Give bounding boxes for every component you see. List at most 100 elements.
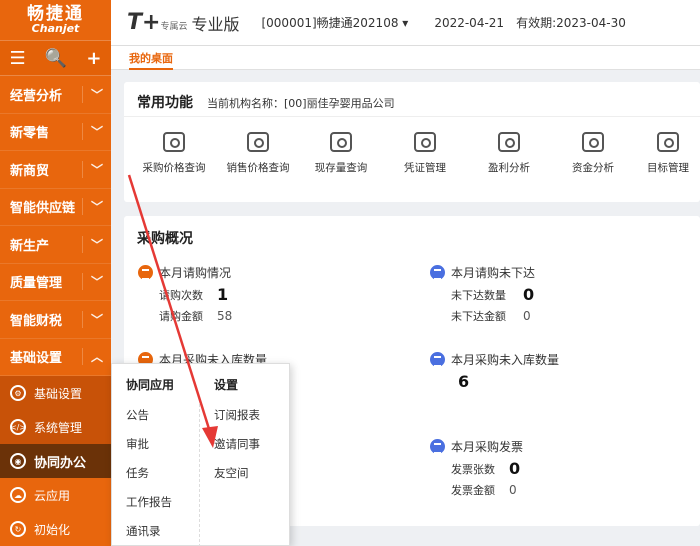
sidebar-item-label: 新生产	[10, 238, 50, 254]
popup-column-title: 协同应用	[126, 378, 175, 392]
voucher-icon	[414, 132, 436, 152]
product-logo-subtext: 专属云	[160, 22, 188, 32]
login-date: 2022-04-21	[434, 15, 505, 30]
sidebar-subitem-label: 协同办公	[34, 455, 87, 471]
stat-row: 6	[451, 372, 559, 391]
popup-divider	[199, 404, 200, 546]
sidebar-subitem-label: 初始化	[34, 522, 71, 537]
stat-value[interactable]: 1	[217, 285, 228, 304]
chevron-down-icon: ﹀	[81, 160, 103, 178]
chevron-down-icon: ﹀	[81, 85, 103, 103]
sidebar-item-new-trade[interactable]: 新商贸 ﹀	[0, 151, 111, 189]
sidebar-subitem-collaboration[interactable]: ◉ 协同办公	[0, 444, 111, 478]
sidebar-subitem-cloud-apps[interactable]: ☁ 云应用	[0, 478, 111, 512]
sidebar-subitem-system-management[interactable]: </> 系统管理	[0, 410, 111, 444]
function-label: 销售价格查询	[226, 162, 290, 174]
function-label: 盈利分析	[488, 162, 530, 174]
stat-value[interactable]: 0	[509, 483, 517, 497]
menu-item-you-space[interactable]: 友空间	[214, 465, 260, 494]
stat-row: 发票金额 0	[451, 482, 523, 498]
product-logo-text: T+	[127, 10, 161, 35]
stat-value[interactable]: 0	[523, 309, 531, 323]
price-query-icon	[247, 132, 269, 152]
menu-item-task[interactable]: 任务	[126, 465, 174, 494]
chevron-down-icon: ﹀	[81, 198, 103, 216]
stat-label: 请购次数	[159, 288, 203, 302]
stat-monthly-requisition: 本月请购情况 请购次数 1 请购金额 58	[138, 264, 232, 324]
stock-icon	[330, 132, 352, 152]
stat-title: 本月请购情况	[159, 266, 232, 280]
divider	[124, 116, 700, 117]
sidebar-subitem-label: 系统管理	[34, 420, 83, 435]
function-label: 目标管理	[647, 162, 689, 174]
menu-item-contacts[interactable]: 通讯录	[126, 523, 174, 546]
sidebar-item-label: 新零售	[10, 126, 50, 142]
sidebar-item-finance-tax[interactable]: 智能财税 ﹀	[0, 301, 111, 339]
stat-title: 本月采购发票	[451, 440, 524, 454]
common-functions-card: 常用功能 当前机构名称：[00]丽佳孕婴用品公司 采购价格查询 销售价格查询 现…	[124, 82, 700, 202]
function-stock-query[interactable]: 现存量查询	[301, 132, 381, 175]
stat-row: 未下达金额 0	[451, 308, 535, 324]
sidebar-item-basic-settings[interactable]: 基础设置 ︿	[0, 339, 111, 376]
account-selector[interactable]: [000001]畅捷通202108 ▾	[261, 14, 408, 31]
logo-text-cn: 畅捷通	[27, 4, 84, 24]
stat-purchase-invoice: 本月采购发票 发票张数 0 发票金额 0	[430, 438, 523, 498]
bar-chart-icon	[582, 132, 604, 152]
settings-icon: ⚙	[10, 385, 26, 401]
stat-title: 本月采购未入库数量	[451, 353, 560, 367]
function-profit-analysis[interactable]: 盈利分析	[469, 132, 549, 175]
collaboration-icon: ◉	[10, 453, 26, 469]
refresh-icon: ↻	[10, 521, 26, 537]
stat-value[interactable]: 0	[523, 285, 534, 304]
product-logo: T+专属云	[127, 10, 191, 35]
stat-value[interactable]: 0	[509, 459, 520, 478]
chevron-down-icon: ﹀	[81, 273, 103, 291]
validity-label: 有效期:2023-04-30	[516, 16, 626, 30]
function-fund-analysis[interactable]: 资金分析	[553, 132, 633, 175]
popup-column-settings: 设置 订阅报表 邀请同事 友空间	[214, 376, 260, 494]
stat-requisition-not-issued: 本月请购未下达 未下达数量 0 未下达金额 0	[430, 264, 535, 324]
sidebar-item-quality[interactable]: 质量管理 ﹀	[0, 264, 111, 301]
stat-label: 未下达数量	[451, 288, 506, 302]
add-icon[interactable]: +	[86, 48, 101, 69]
chevron-down-icon: ﹀	[81, 235, 103, 253]
sidebar-item-business-analysis[interactable]: 经营分析 ﹀	[0, 76, 111, 114]
stat-row: 请购次数 1	[159, 285, 232, 304]
function-label: 凭证管理	[404, 162, 446, 174]
sidebar-item-new-retail[interactable]: 新零售 ﹀	[0, 114, 111, 151]
menu-item-invite-colleague[interactable]: 邀请同事	[214, 436, 260, 465]
menu-toggle-icon[interactable]: ☰	[10, 48, 26, 69]
menu-item-approval[interactable]: 审批	[126, 436, 174, 465]
sidebar-item-supply-chain[interactable]: 智能供应链 ﹀	[0, 189, 111, 226]
menu-item-subscribe-report[interactable]: 订阅报表	[214, 407, 260, 436]
sidebar-subitem-basic-settings[interactable]: ⚙ 基础设置	[0, 376, 111, 410]
bar-chart-icon	[498, 132, 520, 152]
common-functions-header: 常用功能 当前机构名称：[00]丽佳孕婴用品公司	[137, 92, 395, 112]
stat-value[interactable]: 58	[217, 309, 232, 323]
sidebar-item-new-production[interactable]: 新生产 ﹀	[0, 226, 111, 264]
sidebar: 畅捷通 Chanjet ☰ 🔍 + 经营分析 ﹀ 新零售 ﹀ 新商贸 ﹀ 智能供…	[0, 0, 111, 546]
sidebar-subitem-initialize[interactable]: ↻ 初始化	[0, 512, 111, 546]
sidebar-item-label: 智能供应链	[10, 201, 76, 217]
search-icon[interactable]: 🔍	[45, 48, 67, 69]
price-query-icon	[163, 132, 185, 152]
list-icon	[430, 352, 445, 367]
stat-value[interactable]: 6	[458, 372, 469, 391]
function-target-management[interactable]: 目标管理	[636, 132, 700, 175]
function-label: 采购价格查询	[142, 162, 206, 174]
menu-item-announcement[interactable]: 公告	[126, 407, 174, 436]
function-voucher-management[interactable]: 凭证管理	[385, 132, 465, 175]
list-icon	[138, 265, 153, 280]
stat-row: 请购金额 58	[159, 308, 232, 324]
list-icon	[430, 439, 445, 454]
logo-text-en: Chanjet	[31, 22, 80, 35]
function-purchase-price-query[interactable]: 采购价格查询	[134, 132, 214, 175]
menu-item-work-report[interactable]: 工作报告	[126, 494, 174, 523]
sidebar-item-label: 质量管理	[10, 276, 63, 292]
popup-column-title: 设置	[214, 378, 239, 392]
tab-bar: 我的桌面	[111, 46, 700, 70]
function-sales-price-query[interactable]: 销售价格查询	[218, 132, 298, 175]
tab-my-desktop[interactable]: 我的桌面	[129, 50, 173, 70]
stat-header: 本月采购发票	[430, 438, 523, 455]
stat-title: 本月请购未下达	[451, 266, 536, 280]
